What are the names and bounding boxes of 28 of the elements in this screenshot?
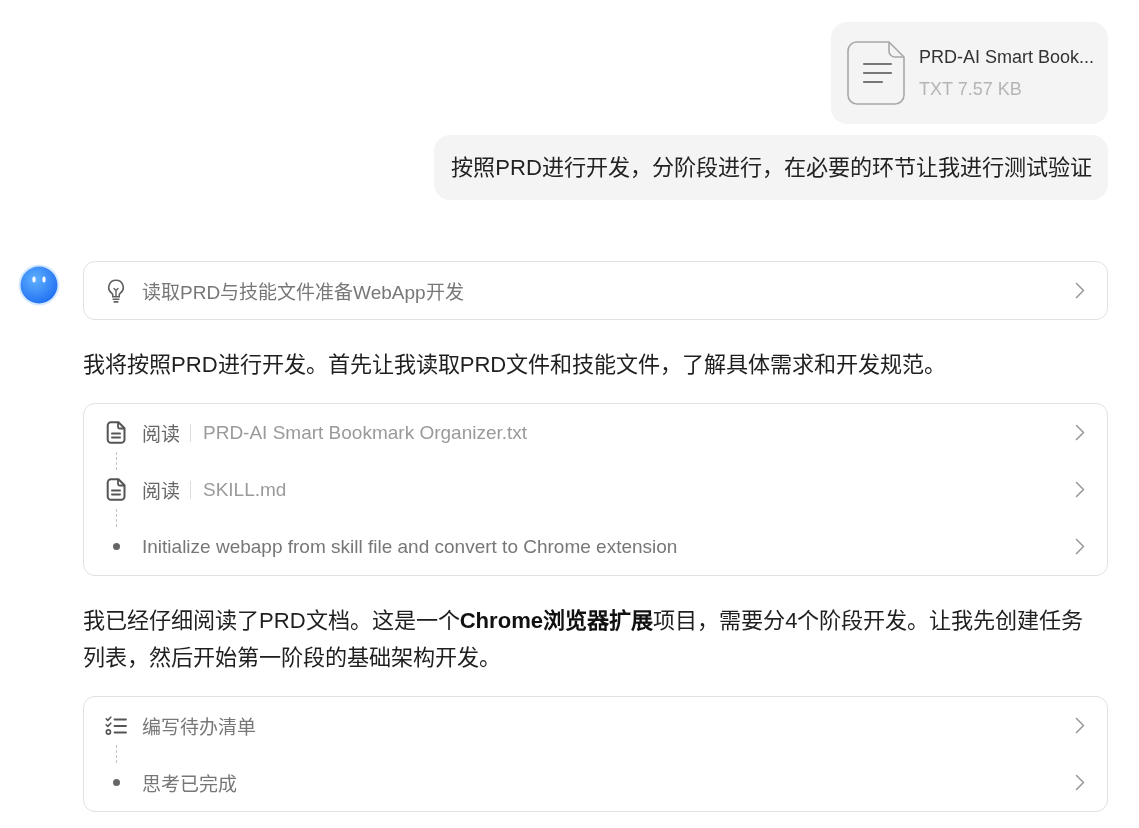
step-label: SKILL.md bbox=[203, 478, 287, 501]
step-action-label: 阅读 bbox=[142, 480, 180, 503]
step-label: 编写待办清单 bbox=[142, 716, 256, 739]
step-label: Initialize webapp from skill file and convert to Chrome extension bbox=[142, 535, 678, 558]
checklist-icon bbox=[105, 715, 127, 736]
attachment-meta: TXT 7.57 KB bbox=[918, 78, 1023, 101]
document-icon bbox=[846, 41, 905, 105]
step-label: 读取PRD与技能文件准备WebApp开发 bbox=[142, 281, 464, 304]
message-paragraph: 我将按照PRD进行开发。首先让我读取PRD文件和技能文件，了解具体需求和开发规范。 bbox=[83, 351, 948, 379]
bot-avatar-icon bbox=[18, 264, 60, 306]
chevron-right-icon[interactable] bbox=[1075, 282, 1085, 299]
step-label: PRD-AI Smart Bookmark Organizer.txt bbox=[203, 421, 528, 444]
chevron-right-icon[interactable] bbox=[1075, 481, 1085, 498]
document-icon bbox=[106, 421, 126, 444]
lightbulb-icon bbox=[107, 278, 125, 303]
message-paragraph: 我已经仔细阅读了PRD文档。这是一个Chrome浏览器扩展项目，需要分4个阶段开发。让我先创建任务列表，然后开始第一阶段的基础架构开发。 bbox=[83, 607, 1085, 672]
step-action-label: 阅读 bbox=[142, 423, 180, 446]
step-label: 思考已完成 bbox=[142, 773, 237, 796]
attachment-name: PRD-AI Smart Book... bbox=[918, 46, 1094, 69]
chevron-right-icon[interactable] bbox=[1075, 424, 1085, 441]
document-icon bbox=[106, 478, 126, 501]
chevron-right-icon[interactable] bbox=[1075, 717, 1085, 734]
chevron-right-icon[interactable] bbox=[1075, 774, 1085, 791]
bullet-dot-icon bbox=[112, 779, 120, 786]
chevron-right-icon[interactable] bbox=[1075, 538, 1085, 555]
attachment-card[interactable]: PRD-AI Smart Book... TXT 7.57 KB bbox=[830, 22, 1108, 124]
user-message: 按照PRD进行开发，分阶段进行，在必要的环节让我进行测试验证 bbox=[434, 135, 1108, 200]
bullet-dot-icon bbox=[112, 543, 120, 550]
